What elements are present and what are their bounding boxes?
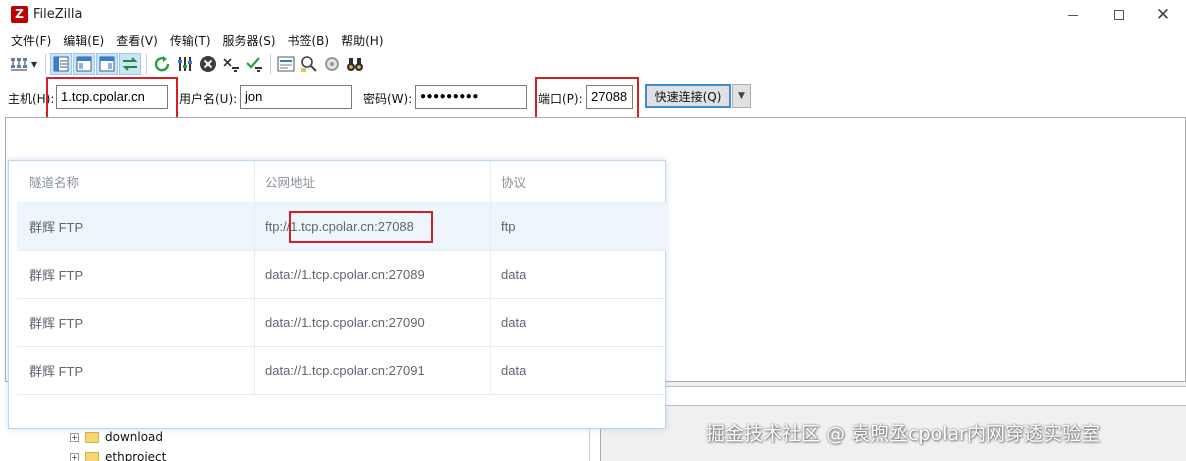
watermark: 掘金技术社区 @ 袁煦丞cpolar内网穿透实验室	[706, 423, 1100, 445]
disconnect-icon	[223, 58, 239, 72]
toggle-message-log-icon	[53, 56, 69, 72]
compare-button[interactable]	[321, 53, 343, 75]
toggle-local-tree-button[interactable]	[73, 53, 95, 75]
remote-path-input[interactable]	[611, 386, 1186, 406]
protocol-cell: data	[501, 267, 527, 282]
disconnect-button[interactable]	[220, 53, 242, 75]
tunnel-name-cell: 群辉 FTP	[17, 251, 255, 298]
reconnect-icon	[246, 57, 262, 72]
menu-transfer[interactable]: 传输(T)	[164, 31, 217, 51]
toggle-local-tree-icon	[76, 56, 92, 72]
title-bar: Z FileZilla ✕	[0, 0, 1186, 30]
search-binoculars-icon	[347, 58, 363, 71]
password-label: 密码(W):	[363, 92, 413, 106]
menu-bar: 文件(F) 编辑(E) 查看(V) 传输(T) 服务器(S) 书签(B) 帮助(…	[0, 31, 390, 51]
table-row[interactable]: 群辉 FTP data://1.tcp.cpolar.cn:27091 data	[17, 347, 667, 395]
site-manager-button[interactable]	[8, 53, 30, 75]
port-highlight-box	[535, 77, 639, 122]
menu-bookmarks[interactable]: 书签(B)	[282, 31, 336, 51]
filezilla-logo-icon: Z	[11, 6, 28, 23]
site-manager-icon	[11, 58, 27, 71]
maximize-icon	[1114, 10, 1124, 20]
tunnel-name-cell: 群辉 FTP	[17, 203, 255, 250]
minimize-icon	[1068, 14, 1078, 16]
quickconnect-button[interactable]: 快速连接(Q)	[645, 84, 731, 108]
address-highlight-box	[289, 211, 433, 243]
protocol-cell: ftp	[501, 219, 516, 234]
window-title: FileZilla	[33, 7, 83, 22]
reconnect-button[interactable]	[243, 53, 265, 75]
tunnel-name-cell: 群辉 FTP	[17, 299, 255, 346]
expand-icon[interactable]: +	[70, 432, 79, 442]
refresh-icon	[154, 56, 170, 72]
menu-edit[interactable]: 编辑(E)	[57, 31, 110, 51]
public-address-cell: data://1.tcp.cpolar.cn:27090	[255, 299, 491, 346]
cancel-icon	[200, 56, 216, 72]
maximize-button[interactable]	[1096, 0, 1142, 30]
close-button[interactable]: ✕	[1140, 0, 1186, 30]
table-row[interactable]: 群辉 FTP data://1.tcp.cpolar.cn:27089 data	[17, 251, 667, 299]
menu-view[interactable]: 查看(V)	[110, 31, 164, 51]
tree-item-label: ethproject	[105, 450, 167, 461]
header-public-address: 公网地址	[255, 161, 491, 202]
toolbar: ▼	[0, 51, 1186, 77]
expand-icon[interactable]: +	[70, 452, 79, 461]
sync-browse-button[interactable]	[298, 53, 320, 75]
tree-item-label: download	[105, 430, 164, 444]
close-icon: ✕	[1155, 4, 1171, 25]
minimize-button[interactable]	[1050, 0, 1096, 30]
host-highlight-box	[46, 77, 178, 120]
protocol-cell: data	[501, 315, 527, 330]
header-tunnel-name: 隧道名称	[17, 161, 255, 202]
toolbar-separator	[270, 54, 271, 74]
toggle-remote-tree-icon	[99, 56, 115, 72]
refresh-button[interactable]	[151, 53, 173, 75]
search-button[interactable]	[344, 53, 366, 75]
menu-file[interactable]: 文件(F)	[0, 31, 57, 51]
toggle-remote-tree-button[interactable]	[96, 53, 118, 75]
directory-filter-icon	[277, 56, 295, 72]
protocol-cell: data	[501, 363, 527, 378]
chevron-down-icon[interactable]: ▼	[31, 60, 41, 69]
tunnel-table: 隧道名称 公网地址 协议 群辉 FTP ftp://1.tcp.cpolar.c…	[17, 161, 667, 395]
quickconnect-dropdown-button[interactable]: ▼	[732, 84, 751, 108]
folder-icon	[85, 431, 99, 443]
menu-help[interactable]: 帮助(H)	[335, 31, 389, 51]
public-address-cell: data://1.tcp.cpolar.cn:27091	[255, 347, 491, 394]
compare-icon	[325, 57, 339, 71]
toggle-transfer-queue-icon	[122, 57, 138, 71]
public-address-cell: data://1.tcp.cpolar.cn:27089	[255, 251, 491, 298]
process-queue-button[interactable]	[174, 53, 196, 75]
toggle-message-log-button[interactable]	[50, 53, 72, 75]
tree-item-ethproject[interactable]: + ethproject	[70, 448, 166, 461]
menu-server[interactable]: 服务器(S)	[217, 31, 282, 51]
toolbar-separator	[146, 54, 147, 74]
directory-filter-button[interactable]	[275, 53, 297, 75]
sync-browse-icon	[301, 56, 317, 72]
tree-item-download[interactable]: + download	[70, 428, 163, 446]
toolbar-separator	[45, 54, 46, 74]
header-protocol: 协议	[501, 175, 527, 190]
tunnel-name-cell: 群辉 FTP	[17, 347, 255, 394]
password-input[interactable]: ●●●●●●●●●	[415, 85, 527, 109]
username-label: 用户名(U):	[179, 92, 238, 106]
table-header-row: 隧道名称 公网地址 协议	[17, 161, 667, 203]
folder-icon	[85, 451, 99, 461]
table-row[interactable]: 群辉 FTP data://1.tcp.cpolar.cn:27090 data	[17, 299, 667, 347]
username-input[interactable]: jon	[240, 85, 352, 109]
chevron-down-icon: ▼	[738, 91, 745, 101]
toggle-transfer-queue-button[interactable]	[119, 53, 141, 75]
cancel-button[interactable]	[197, 53, 219, 75]
process-queue-icon	[178, 57, 192, 71]
tunnel-list-panel: 隧道名称 公网地址 协议 群辉 FTP ftp://1.tcp.cpolar.c…	[8, 160, 667, 429]
